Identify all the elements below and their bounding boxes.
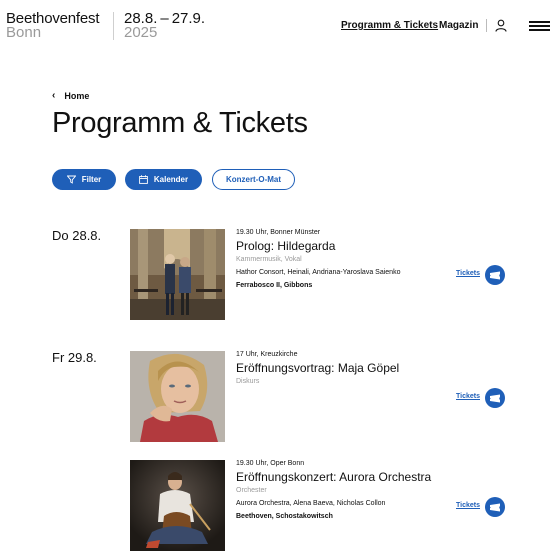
event-title[interactable]: Eröffnungsvortrag: Maja Göpel (236, 361, 399, 375)
logo-city[interactable]: Bonn (6, 25, 41, 41)
funnel-icon (66, 175, 76, 184)
date-label: Do 28.8. (52, 228, 102, 243)
kalender-button[interactable]: Kalender (125, 169, 202, 190)
event-composers: Beethoven, Schostakowitsch (236, 513, 333, 520)
event-genre: Orchester (236, 487, 267, 494)
calendar-icon (139, 175, 148, 184)
nav-programm-tickets[interactable]: Programm & Tickets (341, 20, 438, 31)
breadcrumb[interactable]: ‹ Home (52, 90, 89, 101)
nav-magazin[interactable]: Magazin (439, 20, 478, 31)
event-performers: Aurora Orchestra, Alena Baeva, Nicholas … (236, 500, 386, 507)
event-performers: Hathor Consort, Heinali, Andriana-Yarosl… (236, 269, 401, 276)
event-item[interactable]: 19.30 Uhr, Bonner Münster Prolog: Hildeg… (130, 229, 510, 320)
date-label: Fr 29.8. (52, 350, 97, 365)
logo-divider (113, 12, 114, 40)
ticket-glyph-icon (490, 271, 500, 279)
ticket-glyph-icon (490, 394, 500, 402)
event-image[interactable] (130, 229, 225, 320)
event-meta: 17 Uhr, Kreuzkirche (236, 351, 298, 358)
konzert-o-mat-button[interactable]: Konzert-O-Mat (212, 169, 295, 190)
kalender-button-label: Kalender (153, 175, 189, 184)
ticket-glyph-icon (490, 503, 500, 511)
hamburger-menu-icon[interactable] (529, 21, 550, 31)
filter-button-label: Filter (81, 175, 102, 184)
tickets-link[interactable]: Tickets (456, 393, 480, 400)
event-image[interactable] (130, 460, 225, 551)
event-item[interactable]: 19.30 Uhr, Oper Bonn Eröffnungskonzert: … (130, 460, 510, 551)
konzert-o-mat-label: Konzert-O-Mat (225, 175, 282, 184)
filter-button[interactable]: Filter (52, 169, 116, 190)
event-title[interactable]: Prolog: Hildegarda (236, 239, 335, 253)
event-image[interactable] (130, 351, 225, 442)
event-genre: Diskurs (236, 378, 260, 385)
event-title[interactable]: Eröffnungskonzert: Aurora Orchestra (236, 470, 431, 484)
ticket-icon[interactable] (485, 497, 505, 517)
chevron-left-icon: ‹ (52, 90, 56, 101)
ticket-icon[interactable] (485, 388, 505, 408)
logo-year[interactable]: 2025 (124, 25, 157, 41)
event-composers: Ferrabosco II, Gibbons (236, 282, 313, 289)
site-header: Beethovenfest Bonn 28.8. – 27.9. 2025 Pr… (0, 0, 560, 50)
tickets-link[interactable]: Tickets (456, 270, 480, 277)
breadcrumb-home[interactable]: Home (64, 91, 89, 101)
tickets-link[interactable]: Tickets (456, 502, 480, 509)
event-meta: 19.30 Uhr, Oper Bonn (236, 460, 305, 467)
event-item[interactable]: 17 Uhr, Kreuzkirche Eröffnungsvortrag: M… (130, 351, 510, 442)
event-meta: 19.30 Uhr, Bonner Münster (236, 229, 321, 236)
ticket-icon[interactable] (485, 265, 505, 285)
user-icon[interactable] (495, 19, 507, 32)
page-title: Programm & Tickets (52, 107, 308, 139)
event-genre: Kammermusik, Vokal (236, 256, 302, 263)
nav-divider (486, 19, 487, 32)
